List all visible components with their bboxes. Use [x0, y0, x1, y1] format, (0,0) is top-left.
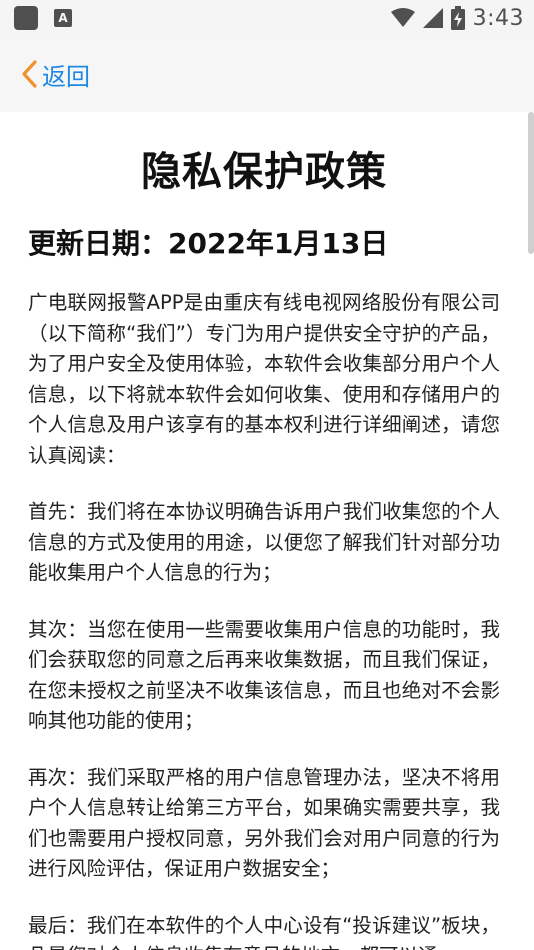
status-bar: A 3:43: [0, 0, 534, 36]
notification-icon: [14, 6, 38, 30]
cell-signal-icon: [422, 8, 443, 28]
policy-paragraph-third: 再次：我们采取严格的用户信息管理办法，坚决不将用户个人信息转让给第三方平台，如果…: [28, 765, 500, 881]
battery-charging-icon: [450, 6, 465, 30]
page-title: 隐私保护政策: [141, 149, 387, 195]
screen: A 3:43 返回 隐私保护政策 更新日期：2022年1月13日 广电联网报警A…: [0, 0, 534, 950]
chevron-left-icon: [22, 60, 37, 88]
back-label: 返回: [42, 62, 90, 91]
policy-paragraph-second: 其次：当您在使用一些需要收集用户信息的功能时，我们会获取您的同意之后再来收集数据…: [28, 617, 500, 733]
status-right: 3:43: [390, 0, 524, 36]
back-button[interactable]: 返回: [20, 54, 90, 94]
policy-content: 隐私保护政策 更新日期：2022年1月13日 广电联网报警APP是由重庆有线电视…: [28, 112, 500, 950]
nav-bar: 返回: [0, 36, 534, 112]
a-notification-icon: A: [54, 9, 72, 27]
status-time: 3:43: [472, 5, 524, 31]
wifi-icon: [390, 8, 415, 27]
update-date: 更新日期：2022年1月13日: [28, 227, 389, 260]
policy-paragraph-last: 最后：我们在本软件的个人中心设有“投诉建议”板块，凡是您对个人信息收集有意见的地…: [28, 913, 500, 950]
policy-paragraph-first: 首先：我们将在本协议明确告诉用户我们收集您的个人信息的方式及使用的用途，以便您了…: [28, 500, 500, 584]
policy-paragraph-intro: 广电联网报警APP是由重庆有线电视网络股份有限公司（以下简称“我们”）专门为用户…: [28, 291, 500, 467]
scrollbar[interactable]: [528, 112, 534, 254]
